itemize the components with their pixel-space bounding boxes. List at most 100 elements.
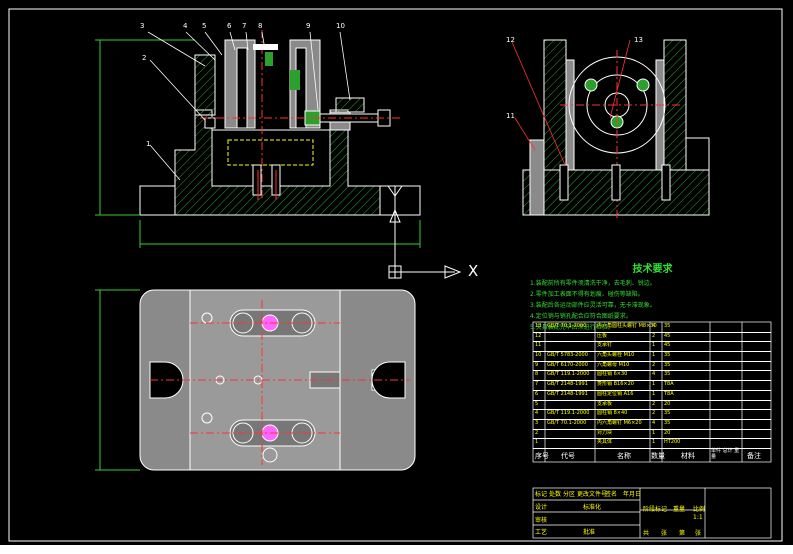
title-label: 年月日 xyxy=(623,491,642,498)
bom-cell-material: 35 xyxy=(664,352,671,359)
scale-value: 1:1 xyxy=(693,514,703,521)
callout-3: 3 xyxy=(140,22,145,30)
title-label: 审核 xyxy=(535,517,548,524)
callout-2: 2 xyxy=(142,54,147,62)
bom-cell-qty: 4 xyxy=(652,419,656,426)
bom-cell-material: HT200 xyxy=(664,439,681,446)
side-view xyxy=(511,39,710,220)
bom-cell-no: 7 xyxy=(535,381,539,388)
bom-head-weight: 单件 总计 重量 xyxy=(711,448,740,460)
bom-cell-no: 10 xyxy=(535,352,542,359)
bom-cell-no: 9 xyxy=(535,361,539,368)
bom-cell-material: 35 xyxy=(664,410,671,417)
callout-10: 10 xyxy=(336,22,345,30)
bom-cell-qty: 1 xyxy=(652,439,656,446)
title-block: 标记 处数 分区 更改文件号 签名 年月日 设计 标准化 审核 工艺 批准 阶段标记 重量 比例 1:1 共 张… xyxy=(533,488,771,538)
bom-cell-no: 13 xyxy=(535,323,542,329)
bom-cell-qty: 2 xyxy=(652,332,656,339)
bom-cell-code: GB/T 70.1-2000 xyxy=(547,419,587,426)
bom-cell-no: 12 xyxy=(535,332,542,339)
bom-cell-code: GB/T 2148-1991 xyxy=(547,390,588,397)
bom-cell-name: 六角螺母 M10 xyxy=(597,361,630,368)
bom-cell-no: 11 xyxy=(535,342,542,349)
bom-cell-no: 2 xyxy=(535,429,539,436)
bom-cell-qty: 1 xyxy=(652,429,656,436)
bom-cell-name: 支承板 xyxy=(597,400,613,407)
bom-cell-material: 35 xyxy=(664,419,671,426)
axis-label: X xyxy=(468,262,479,280)
callout-5: 5 xyxy=(202,22,207,30)
title-label: 工艺 xyxy=(535,529,548,536)
tech-line: 2.零件加工表面不得有划痕、碰伤等缺陷。 xyxy=(530,291,644,298)
sheet-label: 张 xyxy=(695,530,702,537)
callout-4: 4 xyxy=(183,22,188,30)
bom-cell-qty: 1 xyxy=(652,342,656,349)
bom-cell-qty: 2 xyxy=(652,400,656,407)
callout-12: 12 xyxy=(506,36,515,44)
callout-11: 11 xyxy=(506,112,515,120)
tech-heading: 技术要求 xyxy=(632,264,673,275)
callout-8: 8 xyxy=(258,22,263,30)
bom-head-remark: 备注 xyxy=(747,452,761,460)
front-view xyxy=(95,30,421,248)
sheet-label: 共 xyxy=(643,530,650,537)
sheet-label: 张 xyxy=(661,530,668,537)
bom-cell-code: GB/T 2148-1991 xyxy=(547,381,588,388)
bom-cell-code: GB/T 70.1-2000 xyxy=(547,323,587,329)
bom-cell-material: 35 xyxy=(664,323,671,329)
sheet-label: 第 xyxy=(679,530,686,537)
bom-cell-code: GB/T 5783-2000 xyxy=(547,352,588,359)
bom-cell-name: 压板 xyxy=(597,332,608,339)
bom-cell-name: 圆柱销 8×40 xyxy=(597,410,628,417)
bom-cell-name: 圆柱销 6×30 xyxy=(597,371,628,378)
bom-cell-no: 6 xyxy=(535,390,539,397)
callout-7: 7 xyxy=(242,22,247,30)
callout-13: 13 xyxy=(634,36,643,44)
bom-cell-material: T8A xyxy=(664,390,674,397)
bom-cell-code: GB/T 6170-2000 xyxy=(547,361,588,368)
tech-line: 4.定位销与销孔配合应符合图纸要求。 xyxy=(530,313,632,320)
bom-cell-name: 对刀块 xyxy=(597,429,613,436)
title-label: 签名 xyxy=(605,491,618,498)
bom-cell-code: GB/T 119.1-2000 xyxy=(547,371,590,378)
bom-cell-qty: 4 xyxy=(652,323,656,329)
bom-cell-no: 1 xyxy=(535,439,539,446)
callout-1: 1 xyxy=(146,140,151,148)
bom-cell-no: 8 xyxy=(535,371,539,378)
bottom-strip xyxy=(0,545,793,554)
bom-cell-no: 3 xyxy=(535,419,539,426)
callout-9: 9 xyxy=(306,22,311,30)
bom-cell-name: 内六角螺钉 M6×20 xyxy=(597,419,642,426)
title-label: 分区 xyxy=(563,491,576,498)
bom-cell-qty: 1 xyxy=(652,352,656,359)
bom-cell-material: 45 xyxy=(664,342,671,349)
bom-cell-qty: 2 xyxy=(652,361,656,368)
bom-head-qty: 数量 xyxy=(651,452,665,460)
bom-head-material: 材料 xyxy=(681,452,695,460)
bom-cell-name: 六角头螺栓 M10 xyxy=(597,352,635,359)
bom-cell-code: GB/T 119.1-2000 xyxy=(547,410,590,417)
bom-cell-material: 35 xyxy=(664,361,671,368)
bom-cell-material: 20 xyxy=(664,400,671,407)
tech-line: 1.装配前所有零件须清洗干净，去毛刺、锐边。 xyxy=(530,280,656,287)
bom-cell-qty: 4 xyxy=(652,371,656,378)
bom-cell-qty: 1 xyxy=(652,390,656,397)
bom-cell-no: 4 xyxy=(535,410,539,417)
top-view xyxy=(95,289,416,471)
stage-label: 重量 xyxy=(673,506,686,513)
bom-cell-name: 支承钉 xyxy=(597,342,613,349)
title-label: 标准化 xyxy=(583,504,602,511)
bom-table: 13 GB/T 70.1-2000 内六角圆柱头螺钉 M8×30 4 35 12 压板 2 45… xyxy=(533,322,771,462)
title-label: 批准 xyxy=(583,529,596,536)
bom-head-code: 代号 xyxy=(561,452,575,460)
callout-6: 6 xyxy=(227,22,232,30)
bom-cell-name: 菱形销 B16×20 xyxy=(597,381,634,388)
bom-cell-material: 35 xyxy=(664,371,671,378)
bom-header: 序号 代号 名称 数量 材料 单件 总计 重量 备注 xyxy=(533,448,771,462)
bom-cell-material: 45 xyxy=(664,332,671,339)
bom-cell-name: 夹具体 xyxy=(597,439,613,446)
bom-cell-material: T8A xyxy=(664,381,674,388)
bom-cell-qty: 1 xyxy=(652,381,656,388)
title-label: 设计 xyxy=(535,504,548,511)
stage-label: 比例 xyxy=(693,506,706,513)
